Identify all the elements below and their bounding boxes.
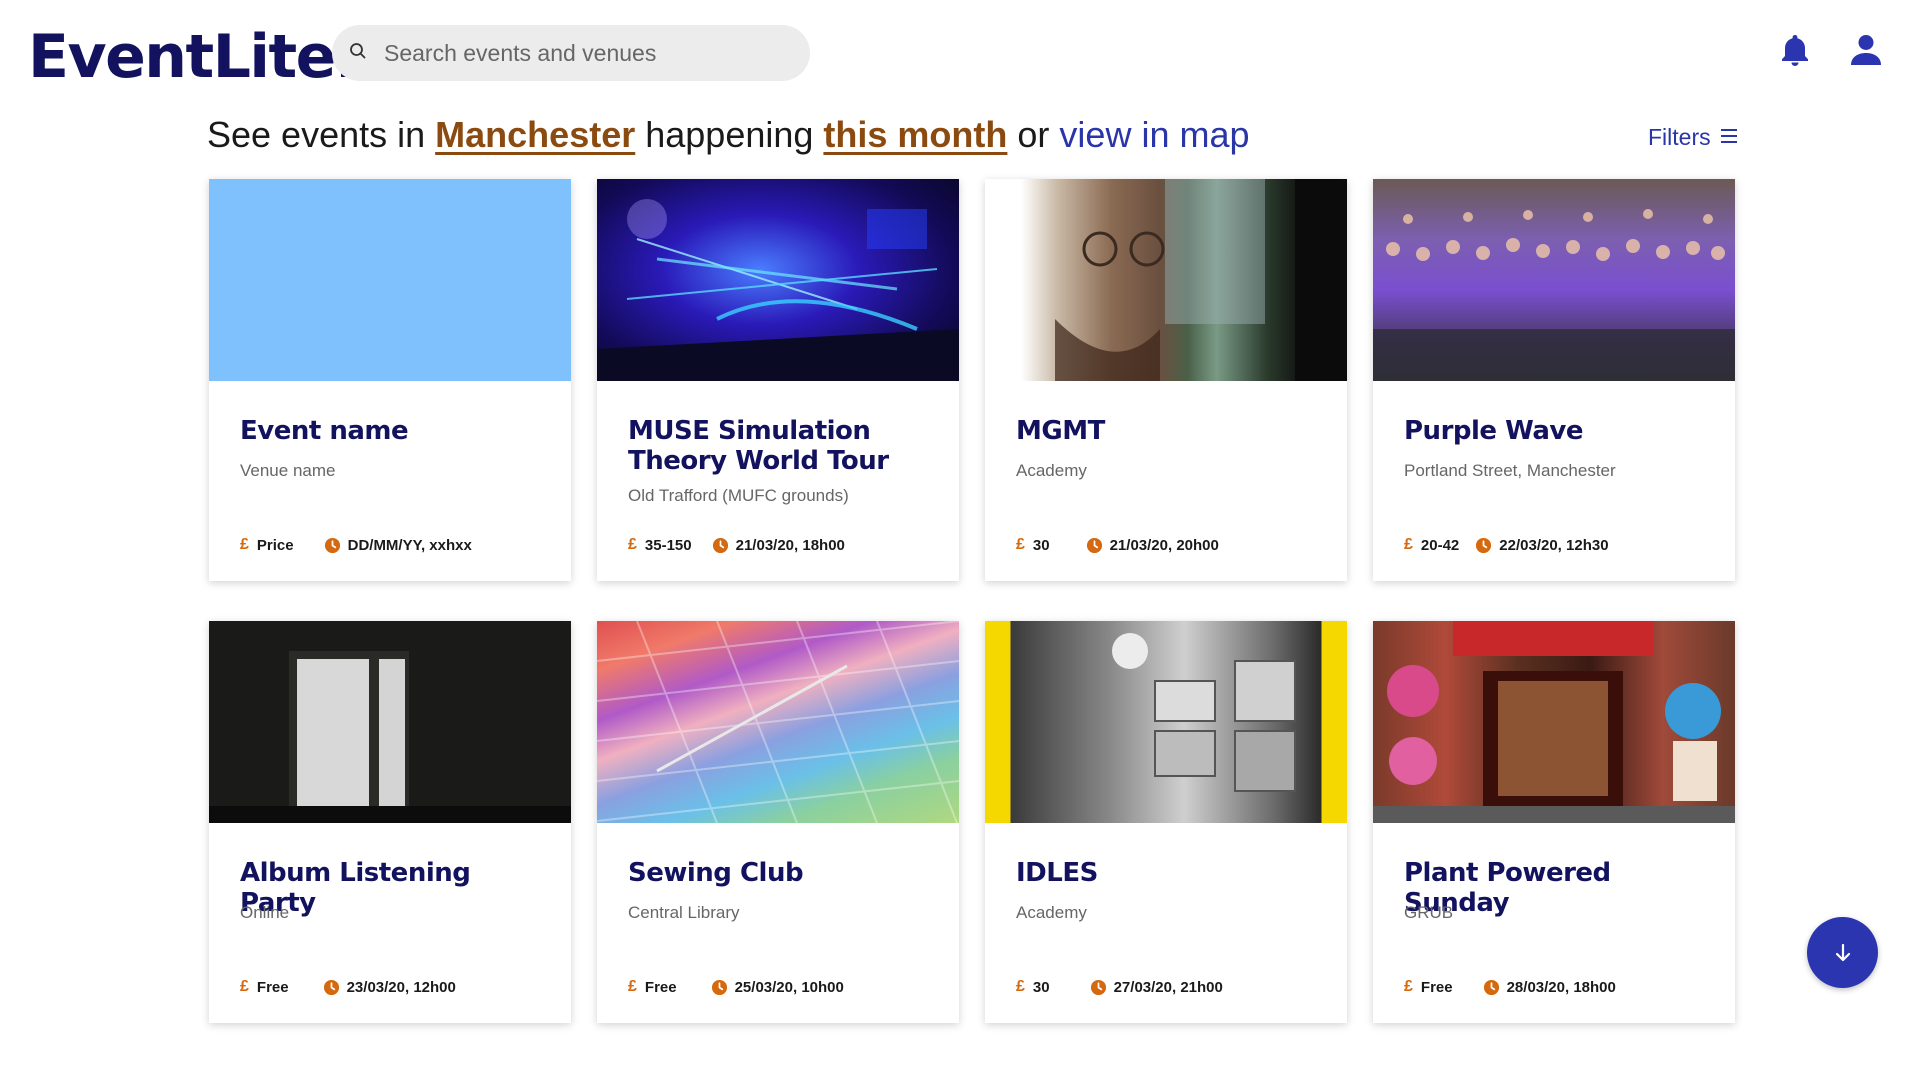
event-meta: £ Free 28/03/20, 18h00 — [1404, 978, 1616, 996]
event-card[interactable]: Purple Wave Portland Street, Manchester … — [1373, 179, 1735, 581]
event-card[interactable]: Album Listening Party Online £ Free 23/0… — [209, 621, 571, 1023]
search-input[interactable] — [384, 39, 784, 67]
event-card[interactable]: IDLES Academy £ 30 27/03/20, 21h00 — [985, 621, 1347, 1023]
event-price: 35-150 — [644, 536, 692, 554]
event-image-portrait — [985, 179, 1347, 381]
event-meta: £ Free 25/03/20, 10h00 — [628, 978, 844, 996]
event-card[interactable]: MGMT Academy £ 30 21/03/20, 20h00 — [985, 179, 1347, 581]
pound-icon: £ — [628, 536, 637, 553]
clock-icon — [323, 979, 339, 995]
clock-icon — [324, 537, 340, 553]
event-image-placeholder — [209, 179, 571, 381]
event-image-amps — [985, 621, 1347, 823]
user-icon[interactable] — [1846, 30, 1886, 70]
event-datetime: 27/03/20, 21h00 — [1113, 978, 1223, 996]
arrow-down-icon — [1835, 943, 1850, 961]
filters-label: Filters — [1648, 124, 1711, 150]
clock-icon — [1086, 537, 1102, 553]
menu-icon — [1719, 124, 1739, 151]
event-title: Event name — [240, 416, 409, 446]
bell-icon[interactable] — [1775, 30, 1815, 70]
pound-icon: £ — [1016, 536, 1025, 553]
headline-middle: happening — [635, 114, 824, 155]
event-datetime: 28/03/20, 18h00 — [1506, 978, 1616, 996]
event-datetime: 21/03/20, 20h00 — [1109, 536, 1219, 554]
event-venue: Portland Street, Manchester — [1404, 461, 1616, 480]
headline-or: or — [1007, 114, 1060, 155]
event-venue: GRUB — [1404, 903, 1454, 922]
event-price: 20-42 — [1420, 536, 1460, 554]
clock-icon — [1483, 979, 1499, 995]
logo[interactable]: EventLite. — [28, 22, 358, 92]
event-venue: Academy — [1016, 903, 1087, 922]
event-meta: £ Free 23/03/20, 12h00 — [240, 978, 456, 996]
event-meta: £ Price DD/MM/YY, xxhxx — [240, 536, 472, 554]
event-datetime: DD/MM/YY, xxhxx — [347, 536, 472, 554]
event-title: Purple Wave — [1404, 416, 1583, 446]
event-meta: £ 35-150 21/03/20, 18h00 — [628, 536, 845, 554]
filters-button[interactable]: Filters — [1648, 124, 1739, 151]
pound-icon: £ — [1016, 978, 1025, 995]
event-image-storefront — [1373, 621, 1735, 823]
pound-icon: £ — [240, 536, 249, 553]
event-venue: Academy — [1016, 461, 1087, 480]
event-price: Price — [256, 536, 294, 554]
header: EventLite. — [0, 0, 1920, 110]
search-icon — [348, 41, 368, 66]
event-venue: Online — [240, 903, 290, 922]
event-price: 30 — [1032, 536, 1050, 554]
period-selector[interactable]: this month — [823, 114, 1007, 155]
event-image-window — [209, 621, 571, 823]
event-datetime: 23/03/20, 12h00 — [346, 978, 456, 996]
event-card[interactable]: Plant Powered Sunday GRUB £ Free 28/03/2… — [1373, 621, 1735, 1023]
search-bar[interactable] — [332, 25, 810, 81]
event-datetime: 21/03/20, 18h00 — [735, 536, 845, 554]
event-title: Sewing Club — [628, 858, 804, 888]
event-card[interactable]: Event name Venue name £ Price DD/MM/YY, … — [209, 179, 571, 581]
event-price: Free — [256, 978, 289, 996]
event-price: Free — [644, 978, 677, 996]
event-card[interactable]: MUSE Simulation Theory World Tour Old Tr… — [597, 179, 959, 581]
event-datetime: 22/03/20, 12h30 — [1499, 536, 1609, 554]
view-in-map-link[interactable]: view in map — [1059, 114, 1249, 155]
event-image-crowd — [1373, 179, 1735, 381]
event-datetime: 25/03/20, 10h00 — [734, 978, 844, 996]
clock-icon — [712, 537, 728, 553]
event-meta: £ 30 21/03/20, 20h00 — [1016, 536, 1219, 554]
events-headline: See events in Manchester happening this … — [207, 114, 1250, 156]
event-meta: £ 30 27/03/20, 21h00 — [1016, 978, 1223, 996]
event-card[interactable]: Sewing Club Central Library £ Free 25/03… — [597, 621, 959, 1023]
event-title: MGMT — [1016, 416, 1105, 446]
pound-icon: £ — [240, 978, 249, 995]
clock-icon — [711, 979, 727, 995]
scroll-down-button[interactable] — [1807, 917, 1878, 988]
event-price: 30 — [1032, 978, 1050, 996]
event-venue: Central Library — [628, 903, 740, 922]
event-meta: £ 20-42 22/03/20, 12h30 — [1404, 536, 1609, 554]
event-image-threads — [597, 621, 959, 823]
clock-icon — [1476, 537, 1492, 553]
event-venue: Old Trafford (MUFC grounds) — [628, 486, 849, 505]
event-price: Free — [1420, 978, 1453, 996]
event-title: IDLES — [1016, 858, 1098, 888]
event-image-concert — [597, 179, 959, 381]
event-venue: Venue name — [240, 461, 336, 480]
pound-icon: £ — [1404, 536, 1413, 553]
headline-prefix: See events in — [207, 114, 436, 155]
pound-icon: £ — [628, 978, 637, 995]
event-title: MUSE Simulation Theory World Tour — [628, 416, 889, 476]
clock-icon — [1090, 979, 1106, 995]
city-selector[interactable]: Manchester — [435, 114, 635, 155]
pound-icon: £ — [1404, 978, 1413, 995]
